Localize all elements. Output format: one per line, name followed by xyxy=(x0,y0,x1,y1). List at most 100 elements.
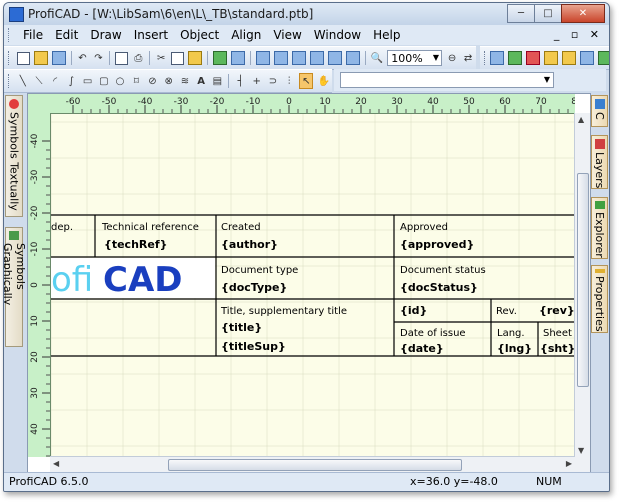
scroll-right-icon[interactable]: ▶ xyxy=(566,459,572,468)
align-middle-icon[interactable] xyxy=(327,51,342,65)
label-technical-reference: Technical reference xyxy=(101,222,199,233)
maximize-button[interactable]: □ xyxy=(534,4,562,23)
ruler-label: 30 xyxy=(391,97,403,107)
value-doc-status: {docStatus} xyxy=(400,281,478,294)
line-icon[interactable]: ╲ xyxy=(17,74,29,88)
menu-grip[interactable] xyxy=(8,28,13,42)
ellipse-icon[interactable]: ○ xyxy=(114,74,126,88)
symbol-library-icon[interactable] xyxy=(231,51,246,65)
ruler-label: -10 xyxy=(30,241,40,256)
layer-combo[interactable]: ▼ xyxy=(340,72,554,88)
tab-symbols-textually[interactable]: Symbols Textually xyxy=(5,95,23,217)
vertical-scroll-thumb[interactable] xyxy=(577,173,589,387)
ruler-label: 20 xyxy=(355,97,367,107)
title-bar[interactable]: ProfiCAD - [W:\LibSam\6\en\L\_TB\standar… xyxy=(4,3,609,25)
menu-help[interactable]: Help xyxy=(367,28,406,42)
toolbar-separator xyxy=(364,51,366,65)
cut-icon[interactable]: ✂ xyxy=(155,51,167,65)
menu-draw[interactable]: Draw xyxy=(84,28,127,42)
heart-icon[interactable] xyxy=(526,51,540,65)
copy-icon[interactable] xyxy=(171,51,185,65)
value-title: {title} xyxy=(221,321,262,334)
menu-edit[interactable]: Edit xyxy=(49,28,84,42)
tab-layers[interactable]: Layers xyxy=(591,135,608,189)
zoom-combo[interactable]: 100% ▼ xyxy=(387,50,443,66)
hatch-icon[interactable]: ⊘ xyxy=(146,74,158,88)
toolbar-separator xyxy=(250,51,251,65)
select-pointer-icon[interactable]: ↖ xyxy=(299,73,314,89)
menu-window[interactable]: Window xyxy=(308,28,367,42)
chip-icon[interactable] xyxy=(580,51,594,65)
tab-symbols-graphically[interactable]: Symbols Graphically xyxy=(4,227,27,347)
menu-align[interactable]: Align xyxy=(225,28,267,42)
redo-icon[interactable]: ↷ xyxy=(92,51,104,65)
new-file-icon[interactable] xyxy=(16,51,30,65)
textbox-icon[interactable]: ▤ xyxy=(211,74,223,88)
print-icon[interactable]: ⎙ xyxy=(132,51,144,65)
rotate-icon[interactable] xyxy=(598,51,609,65)
components-icon[interactable] xyxy=(508,51,522,65)
label-dep: dep. xyxy=(51,222,73,233)
menu-insert[interactable]: Insert xyxy=(128,28,174,42)
align-left-icon[interactable] xyxy=(255,51,270,65)
horizontal-scroll-thumb[interactable] xyxy=(168,459,462,471)
right-dock: C Layers Explorer Properties xyxy=(589,93,609,473)
align-top-icon[interactable] xyxy=(309,51,324,65)
bolt-icon[interactable] xyxy=(562,51,576,65)
zoom-out-icon[interactable]: ⊖ xyxy=(446,51,458,65)
minimize-button[interactable]: ─ xyxy=(507,4,535,23)
tab-properties[interactable]: Properties xyxy=(591,265,608,333)
curve-icon[interactable]: ∫ xyxy=(65,74,77,88)
connector-icon[interactable]: ⊃ xyxy=(267,74,279,88)
scrollbar-corner xyxy=(575,457,590,472)
network-icon[interactable] xyxy=(490,51,504,65)
menu-file[interactable]: File xyxy=(17,28,49,42)
toolbar-grip[interactable] xyxy=(8,74,12,88)
wire-icon[interactable]: ┤ xyxy=(234,74,246,88)
print-preview-icon[interactable] xyxy=(115,51,129,65)
bezier-icon[interactable]: ≋ xyxy=(179,74,191,88)
menu-view[interactable]: View xyxy=(267,28,307,42)
align-bottom-icon[interactable] xyxy=(345,51,360,65)
text-icon[interactable]: A xyxy=(195,74,207,88)
close-button[interactable]: ✕ xyxy=(561,4,605,23)
ruler-label: 10 xyxy=(319,97,331,107)
rectangle-icon[interactable]: ▭ xyxy=(82,74,94,88)
drawing-canvas[interactable]: ofi CAD dep. Technical reference {techRe… xyxy=(51,114,575,457)
vertical-scrollbar[interactable]: ▲ ▼ xyxy=(574,113,590,457)
bus-icon[interactable]: ⫶ xyxy=(283,74,295,88)
window-controls: ─ □ ✕ xyxy=(507,4,605,23)
paste-icon[interactable] xyxy=(188,51,203,65)
rounded-rect-icon[interactable]: ▢ xyxy=(98,74,110,88)
scroll-left-icon[interactable]: ◀ xyxy=(53,459,59,468)
pan-hand-icon[interactable]: ✋ xyxy=(317,74,329,88)
toolbar-grip[interactable] xyxy=(8,51,12,65)
zoom-in-icon[interactable]: 🔍 xyxy=(371,51,383,65)
tab-explorer[interactable]: Explorer xyxy=(591,197,608,259)
zoom-fit-icon[interactable]: ⇄ xyxy=(462,51,474,65)
align-right-icon[interactable] xyxy=(291,51,306,65)
title-block-svg: ofi CAD dep. Technical reference {techRe… xyxy=(51,114,575,457)
symbol-grid-icon[interactable] xyxy=(213,51,228,65)
explorer-icon xyxy=(594,201,605,210)
align-center-icon[interactable] xyxy=(273,51,288,65)
undo-icon[interactable]: ↶ xyxy=(76,51,88,65)
horizontal-scrollbar[interactable]: ◀ ▶ xyxy=(50,456,575,472)
scroll-up-icon[interactable]: ▲ xyxy=(578,115,584,124)
menu-object[interactable]: Object xyxy=(174,28,225,42)
wand-icon[interactable] xyxy=(544,51,558,65)
ruler-label: 40 xyxy=(30,423,40,435)
polyline-icon[interactable]: ⟍ xyxy=(33,74,45,88)
save-icon[interactable] xyxy=(51,51,66,65)
junction-icon[interactable]: + xyxy=(251,74,263,88)
toolbar-grip[interactable] xyxy=(484,51,485,65)
arc-icon[interactable]: ◜ xyxy=(49,74,61,88)
tab-c[interactable]: C xyxy=(591,95,608,127)
mdi-controls[interactable]: _ ▫ ✕ xyxy=(554,28,603,41)
open-folder-icon[interactable] xyxy=(33,51,48,65)
tab-label: Layers xyxy=(593,151,606,188)
app-icon xyxy=(9,7,24,22)
polygon-icon[interactable]: ⌑ xyxy=(130,74,142,88)
pie-icon[interactable]: ⊗ xyxy=(163,74,175,88)
scroll-down-icon[interactable]: ▼ xyxy=(578,446,584,455)
